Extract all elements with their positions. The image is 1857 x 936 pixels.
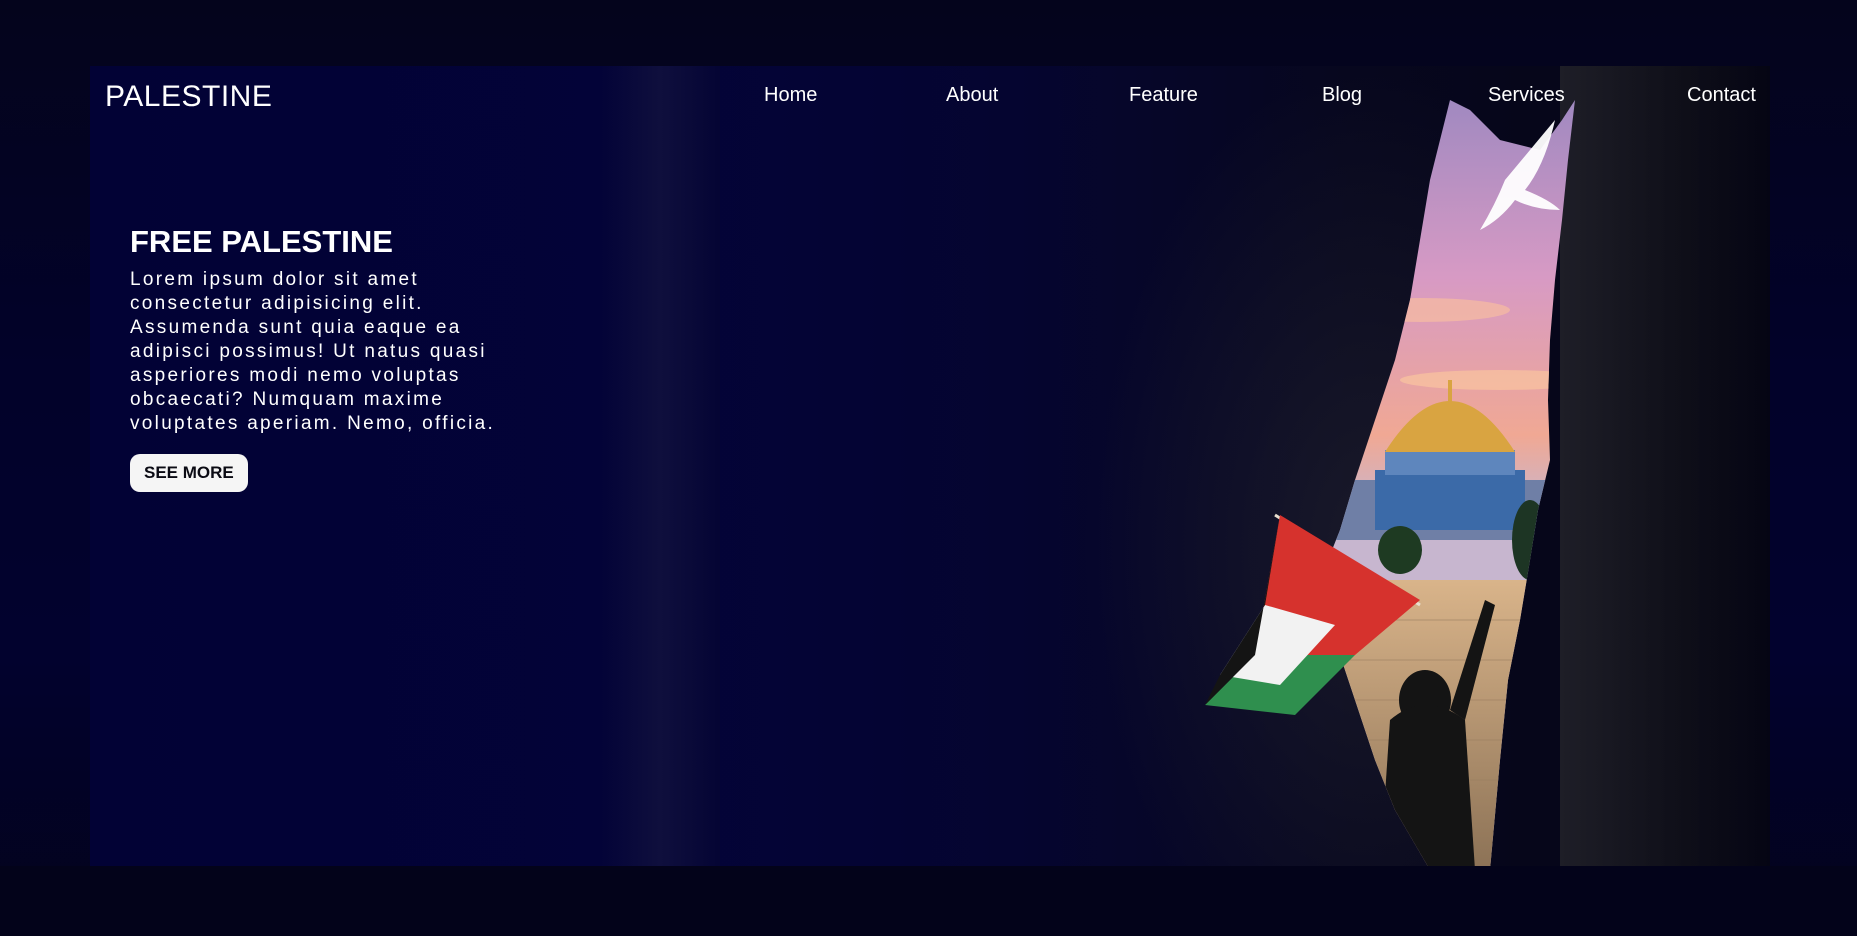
hero-title: FREE PALESTINE: [130, 224, 393, 259]
see-more-button[interactable]: SEE MORE: [130, 454, 248, 492]
palestine-map-image: [1300, 80, 1620, 870]
nav-home-link[interactable]: Home: [764, 84, 817, 107]
bottom-band: [0, 866, 1857, 936]
page: PALESTINE Home About Feature Blog Servic…: [0, 0, 1857, 936]
main-nav: Home About Feature Blog Services Contact: [0, 84, 1857, 114]
nav-feature-link[interactable]: Feature: [1129, 84, 1198, 107]
hero-content: FREE PALESTINE Lorem ipsum dolor sit ame…: [130, 224, 550, 492]
cave-wall-left: [600, 66, 720, 866]
nav-services-link[interactable]: Services: [1488, 84, 1565, 107]
nav-blog-link[interactable]: Blog: [1322, 84, 1362, 107]
hero-description: Lorem ipsum dolor sit amet consectetur a…: [130, 269, 496, 434]
palestine-map-svg: [1320, 100, 1575, 870]
nav-contact-link[interactable]: Contact: [1687, 84, 1756, 107]
palestine-flag-icon: [1205, 513, 1421, 715]
nav-about-link[interactable]: About: [946, 84, 998, 107]
